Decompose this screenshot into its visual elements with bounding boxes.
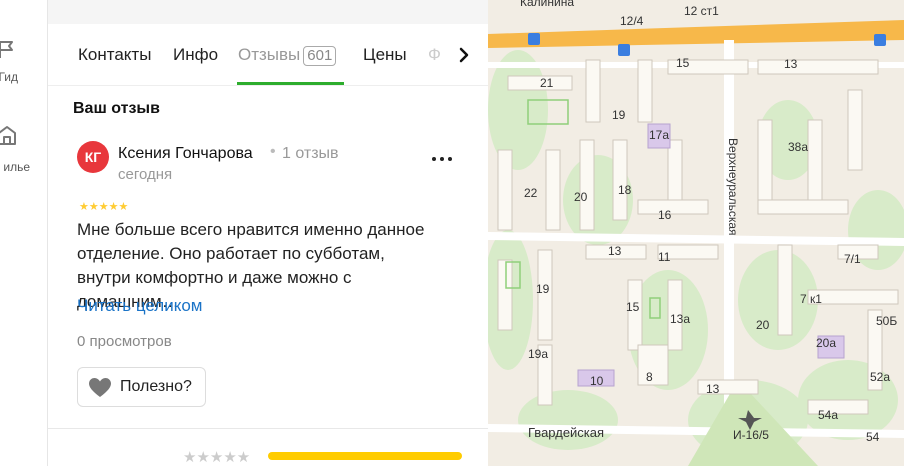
map-canvas xyxy=(488,0,904,466)
house-number: 20а xyxy=(816,336,837,350)
house-number: 13 xyxy=(784,57,798,71)
author-review-count: 1 отзыв xyxy=(282,145,339,162)
star-icon: ★ xyxy=(79,201,89,213)
house-number: 12/4 xyxy=(620,14,644,28)
rail-label: илье xyxy=(3,160,30,174)
tab-reviews[interactable]: Отзывы 601 xyxy=(238,45,337,66)
tab-reviews-label: Отзывы xyxy=(238,45,301,64)
house-number: 15 xyxy=(626,300,640,314)
tab-contacts[interactable]: Контакты xyxy=(78,45,151,65)
active-tab-underline xyxy=(237,82,344,85)
house-number: 38а xyxy=(788,140,809,154)
star-icon: ★ xyxy=(98,201,109,213)
house-number: 17а xyxy=(649,128,670,142)
flag-icon xyxy=(0,41,13,58)
house-number: 7 к1 xyxy=(800,292,822,306)
more-options-icon[interactable] xyxy=(428,150,456,168)
star-icon: ★ xyxy=(88,201,99,213)
house-number: 19а xyxy=(528,347,549,361)
house-number: 54 xyxy=(866,430,880,444)
avatar[interactable]: КГ xyxy=(77,141,109,173)
divider xyxy=(48,428,488,429)
tab-info[interactable]: Инфо xyxy=(173,45,218,65)
map[interactable]: Калинина Верхнеуральская Гвардейская 12/… xyxy=(488,0,904,466)
street-label: Калинина xyxy=(520,0,574,9)
tab-truncated[interactable]: Ф xyxy=(428,45,441,65)
views-count: 0 просмотров xyxy=(77,333,172,350)
house-number: 20 xyxy=(574,190,588,204)
author-name[interactable]: Ксения Гончарова xyxy=(118,145,253,163)
house-number: 7/1 xyxy=(844,252,861,266)
chevron-right-icon[interactable] xyxy=(452,42,476,68)
rail-item-guide[interactable]: Гид xyxy=(0,32,47,92)
author-separator: • xyxy=(270,143,276,160)
rating-bar xyxy=(268,452,462,460)
reviews-count-badge: 601 xyxy=(303,46,337,66)
house-number: 8 xyxy=(646,370,653,384)
house-number: 11 xyxy=(658,250,671,264)
house-number: И-16/5 xyxy=(733,428,769,442)
house-number: 12 ст1 xyxy=(684,4,719,18)
street-label: Гвардейская xyxy=(528,425,605,440)
house-number: 52а xyxy=(870,370,891,384)
house-number: 13а xyxy=(670,312,691,326)
house-number: 19 xyxy=(536,282,550,296)
house-icon xyxy=(0,126,16,145)
tab-bar: Контакты Инфо Отзывы 601 Цены Ф xyxy=(48,24,488,86)
house-number: 13 xyxy=(706,382,720,396)
house-number: 21 xyxy=(540,76,554,90)
house-number: 13 xyxy=(608,244,622,258)
panel-top-strip xyxy=(48,0,488,24)
house-number: 50Б xyxy=(876,314,898,328)
star-icon: ★ xyxy=(118,201,129,213)
house-number: 19 xyxy=(612,108,626,122)
tab-prices[interactable]: Цены xyxy=(363,45,407,65)
rating-input-stars[interactable]: ★★★★★ xyxy=(183,448,250,466)
rail-label: Гид xyxy=(0,70,18,84)
house-number: 15 xyxy=(676,56,690,70)
place-panel: Контакты Инфо Отзывы 601 Цены Ф Ваш отзыв… xyxy=(48,0,488,466)
house-number: 18 xyxy=(618,183,632,197)
house-number: 22 xyxy=(524,186,538,200)
section-title: Ваш отзыв xyxy=(73,100,160,117)
star-icon: ★ xyxy=(108,201,119,213)
review-date: сегодня xyxy=(118,166,173,183)
useful-button[interactable]: Полезно? xyxy=(77,367,206,407)
house-number: 20 xyxy=(756,318,770,332)
street-label: Верхнеуральская xyxy=(726,138,740,236)
heart-icon xyxy=(89,378,111,397)
side-rail: Гид илье xyxy=(0,0,48,466)
read-more-link[interactable]: Читать целиком xyxy=(77,296,203,316)
rating-stars: ★★★★★ xyxy=(79,200,128,213)
house-number: 16 xyxy=(658,208,672,222)
rail-item-housing[interactable]: илье xyxy=(0,118,47,178)
house-number: 54а xyxy=(818,408,839,422)
house-number: 10 xyxy=(590,374,604,388)
useful-label: Полезно? xyxy=(120,378,192,395)
